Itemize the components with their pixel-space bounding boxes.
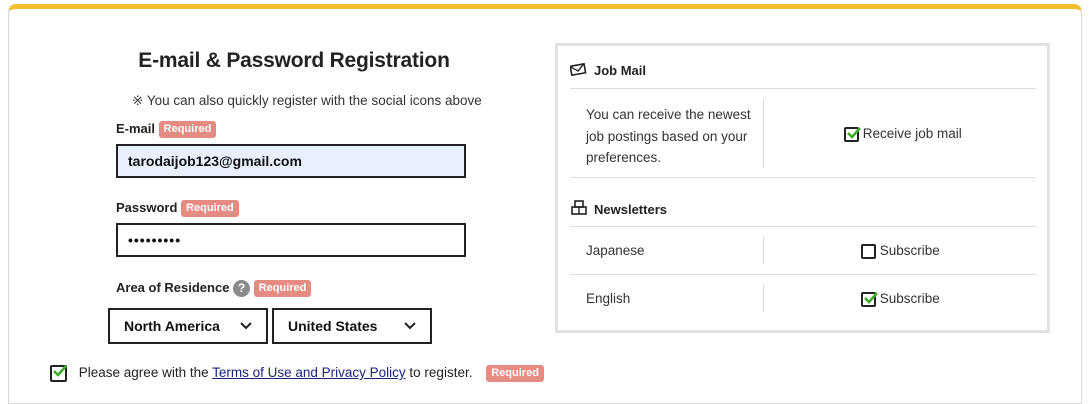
page-title: E-mail & Password Registration [138, 49, 450, 72]
agree-prefix: Please agree with the [78, 365, 213, 381]
password-label: Password [116, 200, 178, 215]
registration-card: E-mail & Password Registration ※ You can… [8, 4, 1082, 404]
chevron-down-icon [404, 319, 416, 333]
divider [763, 236, 764, 264]
subscribe-japanese-checkbox[interactable] [861, 243, 876, 259]
required-badge: Required [486, 365, 544, 382]
job-mail-checkbox[interactable] [844, 126, 861, 142]
terms-agree-checkbox[interactable] [50, 365, 67, 382]
agree-suffix: to register. [405, 365, 473, 381]
divider [570, 274, 1036, 275]
required-badge: Required [253, 280, 312, 298]
job-mail-desc-line: You can receive the newest [586, 107, 751, 122]
divider [763, 98, 764, 168]
help-icon[interactable]: ? [233, 280, 251, 298]
job-mail-checkbox-row[interactable]: Receive job mail [844, 126, 962, 142]
newsletter-language: Japanese [586, 243, 645, 258]
job-mail-title: Job Mail [594, 63, 647, 78]
terms-agree-row: Please agree with the Terms of Use and P… [50, 365, 544, 382]
job-mail-description: You can receive the newest job postings … [586, 104, 751, 169]
divider [570, 177, 1036, 178]
job-mail-desc-line: preferences. [586, 150, 662, 165]
divider [570, 226, 1036, 227]
required-badge: Required [181, 200, 239, 218]
books-icon [570, 199, 588, 219]
job-mail-checkbox-label: Receive job mail [862, 126, 962, 141]
checkmark-icon [864, 292, 878, 304]
checkmark-icon [847, 127, 861, 139]
job-mail-heading: Job Mail [569, 62, 647, 79]
email-label-row: E-mail Required [116, 121, 217, 139]
region-select-value: North America [124, 318, 220, 334]
terms-link[interactable]: Terms of Use and Privacy Policy [212, 365, 406, 380]
password-label-row: Password Required [116, 200, 239, 218]
social-note: ※ You can also quickly register with the… [132, 93, 482, 108]
newsletter-japanese-row[interactable]: Subscribe [861, 243, 940, 259]
country-select-value: United States [288, 318, 378, 334]
required-badge: Required [158, 121, 217, 139]
region-select[interactable]: North America [108, 308, 268, 344]
newsletters-heading: Newsletters [570, 199, 667, 219]
password-field[interactable] [116, 223, 466, 257]
email-label: E-mail [116, 121, 156, 136]
newsletters-title: Newsletters [594, 201, 667, 217]
mail-preferences-panel: Job Mail You can receive the newest job … [555, 43, 1050, 333]
email-field[interactable] [116, 144, 466, 178]
newsletter-language: English [586, 291, 631, 306]
subscribe-label: Subscribe [879, 291, 940, 306]
newsletter-english-row[interactable]: Subscribe [861, 291, 940, 307]
subscribe-label: Subscribe [879, 243, 940, 258]
divider [570, 88, 1036, 89]
divider [763, 284, 764, 312]
country-select[interactable]: United States [272, 308, 432, 344]
area-label: Area of Residence [116, 280, 230, 295]
envelope-icon [569, 62, 588, 79]
area-label-row: Area of Residence ? Required [116, 280, 312, 298]
job-mail-desc-line: job postings based on your [586, 128, 748, 144]
subscribe-english-checkbox[interactable] [861, 291, 878, 307]
checkmark-icon [53, 365, 67, 377]
chevron-down-icon [240, 319, 252, 333]
